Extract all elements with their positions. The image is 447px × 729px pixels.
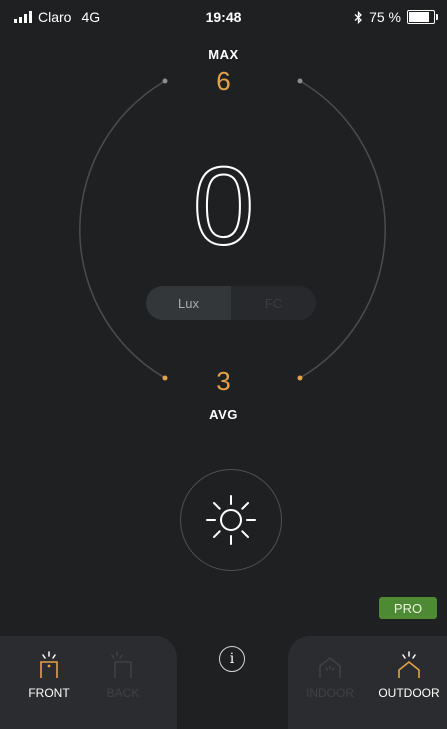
front-label: FRONT — [28, 686, 70, 700]
back-mode-button[interactable]: BACK — [86, 650, 160, 700]
front-mode-button[interactable]: FRONT — [12, 650, 86, 700]
current-reading: 0 — [192, 145, 255, 268]
avg-label: AVG — [209, 407, 238, 422]
gauge-ring — [79, 78, 386, 381]
avg-value: 3 — [216, 366, 231, 396]
unit-lux-option[interactable]: Lux — [146, 286, 231, 320]
unit-toggle[interactable]: Lux FC — [146, 286, 316, 320]
back-camera-icon — [111, 651, 132, 678]
outdoor-mode-button[interactable]: OUTDOOR — [372, 650, 446, 700]
indoor-mode-button[interactable]: INDOOR — [293, 650, 367, 700]
pro-badge[interactable]: PRO — [379, 597, 437, 619]
sun-icon — [206, 495, 256, 545]
unit-fc-option[interactable]: FC — [231, 286, 316, 320]
info-icon: i — [229, 651, 235, 667]
max-value: 6 — [216, 66, 231, 96]
indoor-label: INDOOR — [306, 686, 354, 700]
outdoor-house-icon — [398, 651, 420, 678]
info-button[interactable]: i — [219, 646, 245, 672]
outdoor-label: OUTDOOR — [378, 686, 440, 700]
front-camera-icon — [40, 651, 58, 678]
measure-light-button[interactable] — [180, 469, 282, 571]
indoor-house-icon — [319, 656, 341, 678]
back-label: BACK — [106, 686, 140, 700]
max-label: MAX — [208, 47, 239, 62]
